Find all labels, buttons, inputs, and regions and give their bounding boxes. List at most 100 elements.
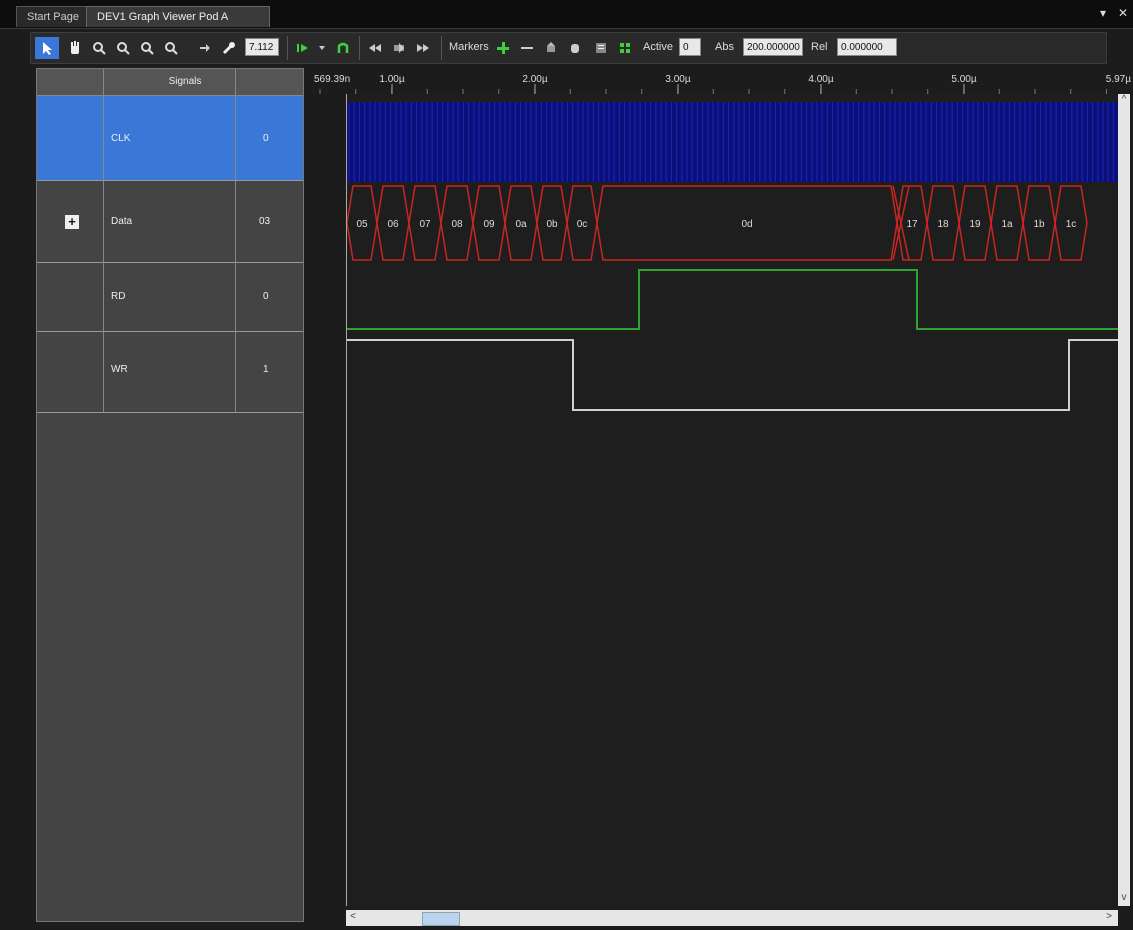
signal-value: 03 — [259, 216, 271, 227]
abs-label: Abs — [715, 41, 734, 53]
active-marker-field[interactable]: 0 — [679, 38, 701, 56]
chevron-down-icon — [319, 46, 325, 50]
data-bus-value-label: 08 — [451, 219, 463, 230]
data-bus-value-label: 1c — [1066, 219, 1077, 230]
marker-jump-icon — [394, 43, 404, 53]
data-bus-value-label: 19 — [969, 219, 981, 230]
scroll-down-icon[interactable]: v — [1118, 892, 1130, 903]
play-icon — [297, 44, 308, 52]
markers-label: Markers — [449, 41, 489, 53]
zoom-in-icon — [93, 42, 106, 55]
horizontal-scroll-thumb[interactable] — [422, 912, 460, 926]
data-bus-value-label: 1b — [1033, 219, 1045, 230]
wr-waveform-line — [347, 339, 1119, 411]
ruler-tick-label: 2.00µ — [522, 74, 547, 85]
signal-row-wr[interactable]: WR 1 — [37, 332, 303, 413]
data-bus-value-label: 05 — [356, 219, 368, 230]
zoom-fit-icon — [141, 42, 154, 55]
ruler-tick-label: 3.00µ — [665, 74, 690, 85]
data-bus-value-label: 0d — [741, 219, 752, 230]
settings-wrench-button[interactable] — [219, 37, 239, 59]
signal-value: 0 — [263, 133, 269, 144]
marker-tool-button[interactable] — [541, 37, 561, 59]
ruler-tick-label: 5.00µ — [951, 74, 976, 85]
select-pointer-button[interactable] — [35, 37, 59, 59]
data-bus-value-label: 18 — [937, 219, 949, 230]
close-icon[interactable]: ✕ — [1118, 6, 1128, 20]
pointer-icon — [43, 42, 52, 55]
hand-marker-icon — [571, 44, 579, 53]
run-button[interactable] — [293, 37, 313, 59]
previous-button[interactable] — [365, 37, 385, 59]
cursor-arrow-icon — [200, 44, 210, 52]
loop-icon — [337, 42, 349, 53]
marker-grid-button[interactable] — [615, 37, 635, 59]
data-bus-value-label: 06 — [387, 219, 399, 230]
ruler-end-label: 5.97µ — [1106, 74, 1131, 85]
ruler-tick-label: 1.00µ — [379, 74, 404, 85]
rel-time-field[interactable]: 0.000000 — [837, 38, 897, 56]
scroll-right-icon[interactable]: > — [1104, 911, 1114, 922]
vertical-scrollbar[interactable]: ^ v — [1118, 94, 1130, 906]
cursor-mode-button[interactable] — [195, 37, 215, 59]
signal-name: CLK — [111, 133, 131, 144]
data-bus-value-label: 0c — [577, 219, 588, 230]
tab-graph-viewer[interactable]: DEV1 Graph Viewer Pod A — [86, 6, 270, 27]
plus-icon — [497, 42, 509, 54]
data-bus-value-label: 07 — [419, 219, 431, 230]
zoom-out-icon — [117, 42, 130, 55]
wrench-icon — [222, 42, 235, 55]
add-marker-button[interactable] — [493, 37, 513, 59]
abs-time-field[interactable]: 200.000000 — [743, 38, 803, 56]
signals-header: Signals — [37, 69, 303, 96]
next-button[interactable] — [413, 37, 433, 59]
marker-hand-button[interactable] — [565, 37, 585, 59]
signal-row-clk[interactable]: CLK 0 — [37, 96, 303, 181]
run-dropdown-button[interactable] — [315, 37, 329, 59]
zoom-area-button[interactable] — [161, 37, 181, 59]
signal-row-data[interactable]: + Data 03 — [37, 181, 303, 263]
column-divider — [103, 69, 104, 413]
hand-icon — [71, 41, 79, 54]
data-bus-value-label: 0b — [546, 219, 558, 230]
remove-marker-button[interactable] — [517, 37, 537, 59]
marker-tool-icon — [547, 42, 555, 52]
marker-list-button[interactable] — [591, 37, 611, 59]
expand-plus-icon[interactable]: + — [65, 215, 79, 229]
document-tab-bar: Start Page DEV1 Graph Viewer Pod A ▾ ✕ — [0, 0, 1133, 29]
loop-button[interactable] — [333, 37, 353, 59]
signals-panel: Signals CLK 0 + Data 03 RD 0 WR 1 — [36, 68, 304, 922]
zoom-area-icon — [165, 42, 178, 55]
tab-dropdown-icon[interactable]: ▾ — [1100, 6, 1106, 20]
column-divider — [235, 69, 236, 413]
minus-icon — [521, 47, 533, 49]
signal-row-rd[interactable]: RD 0 — [37, 263, 303, 332]
goto-marker-button[interactable] — [389, 37, 409, 59]
pan-hand-button[interactable] — [65, 37, 85, 59]
waveform-area[interactable]: 05 06 07 08 09 0a 0b 0c 0d 17 18 19 1a 1b 1c — [346, 94, 1119, 906]
signal-name: RD — [111, 291, 126, 302]
time-ruler-svg: 569.39n 5.97µ 1.00µ 2.00µ 3.00µ 4.00µ 5.00µ — [314, 74, 1131, 94]
clk-waveform-band — [347, 102, 1119, 182]
rel-label: Rel — [811, 41, 828, 53]
time-ruler: 569.39n 5.97µ 1.00µ 2.00µ 3.00µ 4.00µ 5.00µ — [312, 68, 1133, 94]
signal-value: 1 — [263, 364, 269, 375]
waveform-canvas: 05 06 07 08 09 0a 0b 0c 0d 17 18 19 1a 1b 1c — [347, 102, 1119, 411]
signal-value: 0 — [263, 291, 269, 302]
data-bus-value-label: 09 — [483, 219, 495, 230]
active-label: Active — [643, 41, 673, 53]
scroll-left-icon[interactable]: < — [348, 911, 358, 922]
zoom-fit-button[interactable] — [137, 37, 157, 59]
signals-header-label: Signals — [168, 76, 202, 87]
list-icon — [596, 43, 606, 53]
zoom-value-field[interactable]: 7.112 — [245, 38, 279, 56]
data-bus-value-label: 0a — [515, 219, 527, 230]
ruler-start-label: 569.39n — [314, 74, 350, 85]
signal-name: Data — [111, 216, 133, 227]
zoom-in-button[interactable] — [89, 37, 109, 59]
scroll-up-icon[interactable]: ^ — [1118, 94, 1130, 105]
graph-toolbar: 7.112 Markers Active 0 Abs 200.000000 Re… — [30, 32, 1107, 64]
data-bus-value-label: 17 — [906, 219, 918, 230]
zoom-out-button[interactable] — [113, 37, 133, 59]
horizontal-scrollbar[interactable]: < > — [346, 910, 1118, 926]
